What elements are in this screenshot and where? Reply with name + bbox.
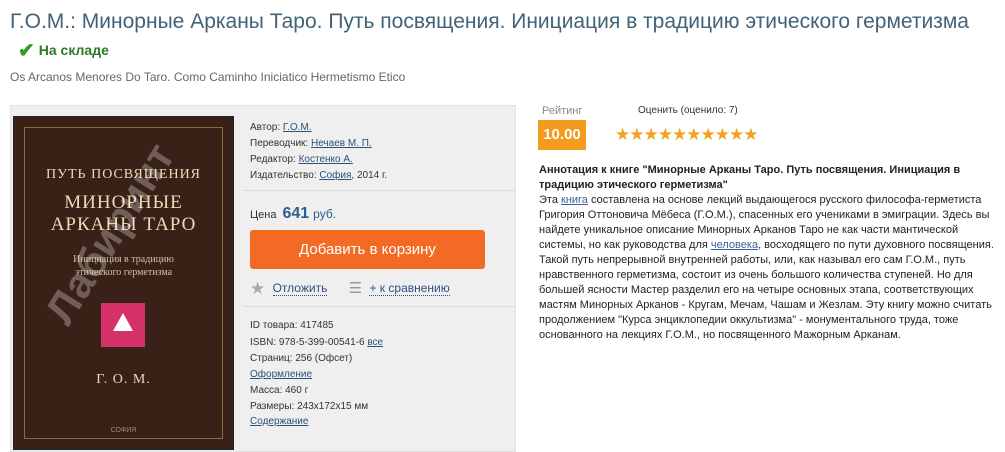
- annotation-text: Эта книга составлена на основе лекций вы…: [539, 193, 999, 343]
- triangle-emblem-icon: [101, 303, 145, 347]
- rating-star-icon[interactable]: ★: [672, 125, 687, 144]
- rating-star-icon[interactable]: ★: [729, 125, 744, 144]
- annotation-text-part: , восходящего по пути духовного посвящен…: [539, 239, 994, 341]
- contents-link[interactable]: Содержание: [250, 416, 308, 427]
- product-panel: ПУТЬ ПОСВЯЩЕНИЯ МИНОРНЫЕ АРКАНЫ ТАРО Иниц…: [10, 105, 516, 452]
- original-title: Os Arcanos Menores Do Taro. Como Caminho…: [10, 70, 406, 84]
- price-currency: руб.: [313, 207, 337, 221]
- spec-isbn: ISBN: 978-5-399-00541-6 все: [250, 337, 383, 348]
- compare-list-icon[interactable]: ☰: [349, 280, 362, 297]
- rating-star-icon[interactable]: ★: [644, 125, 659, 144]
- translator-label: Переводчик:: [250, 138, 309, 149]
- book-title: Г.О.М.: Минорные Арканы Таро. Путь посвя…: [10, 10, 969, 33]
- add-to-cart-button[interactable]: Добавить в корзину: [250, 230, 485, 269]
- book-cover-image[interactable]: ПУТЬ ПОСВЯЩЕНИЯ МИНОРНЫЕ АРКАНЫ ТАРО Иниц…: [13, 116, 234, 450]
- rate-label: Оценить (оценило: 7): [638, 105, 738, 116]
- design-link[interactable]: Оформление: [250, 369, 312, 380]
- spec-mass: Масса: 460 г: [250, 385, 309, 396]
- check-icon: ✔: [18, 40, 35, 62]
- translator-row: Переводчик: Нечаев М. П.: [250, 138, 372, 149]
- translator-link[interactable]: Нечаев М. П.: [311, 138, 372, 149]
- editor-row: Редактор: Костенко А.: [250, 154, 353, 165]
- price-row: Цена 641 руб.: [250, 205, 336, 223]
- postpone-link[interactable]: Отложить: [272, 281, 328, 296]
- rating-star-icon[interactable]: ★: [658, 125, 673, 144]
- spec-size: Размеры: 243x172x15 мм: [250, 401, 369, 412]
- compare-link[interactable]: + к сравнению: [369, 281, 450, 296]
- stock-status: ✔ На складе: [18, 36, 109, 65]
- rating-star-icon[interactable]: ★: [686, 125, 701, 144]
- rating-star-icon[interactable]: ★: [715, 125, 730, 144]
- spec-contents: Содержание: [250, 416, 308, 427]
- publisher-row: Издательство: София, 2014 г.: [250, 170, 387, 181]
- author-row: Автор: Г.О.М.: [250, 122, 312, 133]
- author-label: Автор:: [250, 122, 281, 133]
- person-link[interactable]: человека: [711, 239, 758, 251]
- divider: [243, 190, 515, 191]
- author-link[interactable]: Г.О.М.: [283, 122, 312, 133]
- annotation-text-part: Эта: [539, 194, 561, 206]
- divider: [243, 306, 515, 307]
- page-title: Г.О.М.: Минорные Арканы Таро. Путь посвя…: [10, 8, 995, 65]
- isbn-all-link[interactable]: все: [367, 337, 383, 348]
- price-amount: 641: [282, 205, 310, 222]
- rating-star-icon[interactable]: ★: [743, 125, 758, 144]
- rating-star-icon[interactable]: ★: [615, 125, 630, 144]
- star-icon[interactable]: ★: [250, 279, 265, 298]
- publish-year: , 2014 г.: [351, 170, 388, 181]
- stock-label: На складе: [38, 42, 109, 58]
- annotation: Аннотация к книге "Минорные Арканы Таро.…: [539, 163, 999, 343]
- book-link[interactable]: книга: [561, 194, 588, 206]
- annotation-heading: Аннотация к книге "Минорные Арканы Таро.…: [539, 164, 961, 191]
- spec-id: ID товара: 417485: [250, 320, 334, 331]
- spec-pages: Страниц: 256 (Офсет): [250, 353, 353, 364]
- editor-label: Редактор:: [250, 154, 296, 165]
- cover-author: Г. О. М.: [96, 372, 151, 387]
- rating-star-icon[interactable]: ★: [701, 125, 716, 144]
- isbn-label: ISBN: 978-5-399-00541-6: [250, 337, 365, 348]
- publisher-label: Издательство:: [250, 170, 317, 181]
- price-label: Цена: [250, 209, 277, 221]
- actions-row: ★ Отложить ☰ + к сравнению: [250, 279, 450, 299]
- publisher-link[interactable]: София: [319, 170, 351, 181]
- cover-publisher: СОФИЯ: [110, 427, 137, 434]
- rating-label: Рейтинг: [542, 105, 583, 117]
- rating-stars[interactable]: ★★★★★★★★★★: [615, 125, 759, 145]
- editor-link[interactable]: Костенко А.: [299, 154, 353, 165]
- rating-badge: 10.00: [538, 120, 586, 150]
- rating-star-icon[interactable]: ★: [629, 125, 644, 144]
- spec-design: Оформление: [250, 369, 312, 380]
